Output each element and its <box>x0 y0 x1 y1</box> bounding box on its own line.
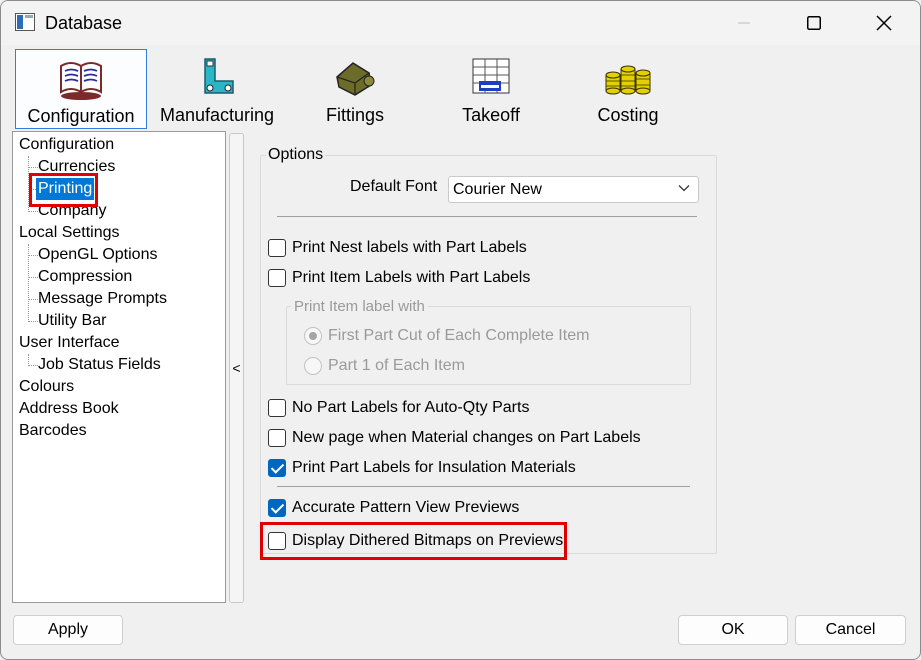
part-one-label[interactable]: Part 1 of Each Item <box>328 357 465 375</box>
tree-item-configuration[interactable]: Configuration <box>19 134 114 156</box>
toolbar-label: Configuration <box>27 106 135 126</box>
tree-item-local-settings[interactable]: Local Settings <box>19 222 120 244</box>
tree-item-address-book[interactable]: Address Book <box>19 398 119 420</box>
ok-button[interactable]: OK <box>678 615 788 645</box>
tree-item-colours[interactable]: Colours <box>19 376 74 398</box>
manufacturing-icon <box>204 58 234 94</box>
cancel-button[interactable]: Cancel <box>795 615 906 645</box>
print-item-label-group-title: Print Item label with <box>291 298 428 315</box>
tree-connector <box>28 299 38 300</box>
toolbar-label: Takeoff <box>462 105 520 125</box>
chevron-down-icon <box>678 185 690 192</box>
tree-item-compression[interactable]: Compression <box>38 266 132 288</box>
highlight-dithered-bitmaps <box>260 522 567 560</box>
collapse-tree-button[interactable]: < <box>229 133 244 603</box>
first-part-cut-radio[interactable] <box>304 327 322 345</box>
first-part-cut-label[interactable]: First Part Cut of Each Complete Item <box>328 327 589 345</box>
highlight-printing <box>29 173 98 207</box>
default-font-value: Courier New <box>453 181 542 198</box>
print-nest-labels-checkbox[interactable] <box>268 239 286 257</box>
default-font-dropdown[interactable]: Courier New <box>448 176 699 203</box>
toolbar-costing[interactable]: Costing <box>562 49 694 129</box>
maximize-button[interactable] <box>791 7 837 39</box>
separator <box>277 216 697 217</box>
takeoff-icon <box>472 58 510 94</box>
insulation-labels-label[interactable]: Print Part Labels for Insulation Materia… <box>292 459 576 477</box>
category-toolbar: Configuration Manufacturing Fittings Tak… <box>1 45 920 131</box>
new-page-material-checkbox[interactable] <box>268 429 286 447</box>
tree-item-utility-bar[interactable]: Utility Bar <box>38 310 106 332</box>
tree-connector <box>28 277 38 278</box>
tree-item-barcodes[interactable]: Barcodes <box>19 420 87 442</box>
title-bar: Database <box>1 1 920 45</box>
accurate-pattern-view-label[interactable]: Accurate Pattern View Previews <box>292 499 519 517</box>
print-item-labels-label[interactable]: Print Item Labels with Part Labels <box>292 269 530 287</box>
tree-item-opengl-options[interactable]: OpenGL Options <box>38 244 157 266</box>
costing-coins-icon <box>605 65 651 95</box>
close-button[interactable] <box>861 7 907 39</box>
toolbar-label: Fittings <box>325 105 385 125</box>
tree-connector <box>28 255 38 256</box>
toolbar-fittings[interactable]: Fittings <box>289 49 421 129</box>
toolbar-takeoff[interactable]: Takeoff <box>425 49 557 129</box>
tree-item-message-prompts[interactable]: Message Prompts <box>38 288 167 310</box>
default-font-label: Default Font <box>350 178 438 195</box>
toolbar-configuration[interactable]: Configuration <box>15 49 147 129</box>
close-icon <box>876 15 892 31</box>
part-one-radio[interactable] <box>304 357 322 375</box>
toolbar-manufacturing[interactable]: Manufacturing <box>151 49 283 129</box>
no-part-labels-auto-qty-label[interactable]: No Part Labels for Auto-Qty Parts <box>292 399 529 417</box>
configuration-book-icon <box>60 62 102 100</box>
options-group-title: Options <box>266 146 326 164</box>
accurate-pattern-view-checkbox[interactable] <box>268 499 286 517</box>
tree-connector <box>28 211 38 212</box>
tree-item-job-status-fields[interactable]: Job Status Fields <box>38 354 161 376</box>
tree-connector <box>28 321 38 322</box>
new-page-material-label[interactable]: New page when Material changes on Part L… <box>292 429 641 447</box>
window-title: Database <box>45 13 123 33</box>
database-window: Database Configuration Manufacturing Fit… <box>0 0 921 660</box>
tree-connector <box>28 365 38 366</box>
no-part-labels-auto-qty-checkbox[interactable] <box>268 399 286 417</box>
separator <box>277 486 690 487</box>
print-item-labels-checkbox[interactable] <box>268 269 286 287</box>
apply-button[interactable]: Apply <box>13 615 123 645</box>
tree-connector <box>28 167 38 168</box>
insulation-labels-checkbox[interactable] <box>268 459 286 477</box>
minimize-icon <box>738 22 750 24</box>
fittings-icon <box>336 62 375 96</box>
toolbar-label: Manufacturing <box>159 105 275 125</box>
print-nest-labels-label[interactable]: Print Nest labels with Part Labels <box>292 239 527 257</box>
tree-item-user-interface[interactable]: User Interface <box>19 332 119 354</box>
app-window-icon <box>15 13 35 31</box>
maximize-icon <box>807 16 821 30</box>
minimize-button[interactable] <box>721 7 767 39</box>
toolbar-label: Costing <box>597 105 659 125</box>
